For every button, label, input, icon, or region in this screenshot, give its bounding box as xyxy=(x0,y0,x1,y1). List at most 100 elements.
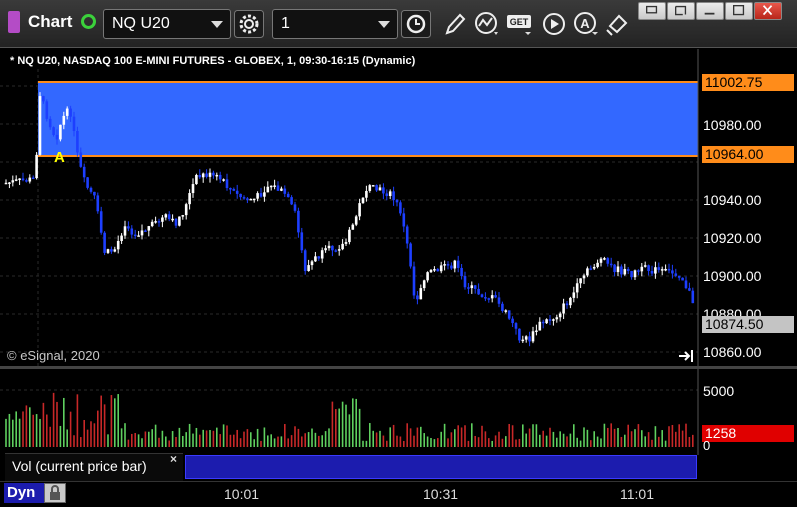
volume-bar xyxy=(556,437,558,447)
price-bar-body xyxy=(589,268,593,270)
volume-bar xyxy=(573,424,575,447)
volume-chart[interactable] xyxy=(0,369,797,455)
close-button[interactable] xyxy=(754,2,782,20)
minimize-button[interactable] xyxy=(696,2,724,20)
volume-bar xyxy=(593,431,595,447)
price-bar-body xyxy=(674,273,678,276)
volume-bar xyxy=(355,398,357,447)
draw-tool-button[interactable] xyxy=(440,10,470,38)
volume-bar xyxy=(318,435,320,447)
volume-bar xyxy=(124,423,126,447)
volume-bar xyxy=(15,411,17,447)
volume-bar xyxy=(46,414,48,447)
volume-bar xyxy=(290,435,293,447)
volume-bar xyxy=(114,398,116,447)
price-bar-body xyxy=(623,269,627,275)
price-bar-body xyxy=(225,179,229,189)
volume-bar xyxy=(624,434,626,447)
volume-bar xyxy=(192,433,194,447)
price-bar-body xyxy=(647,265,650,272)
volume-bar xyxy=(668,426,670,447)
volume-bar xyxy=(362,440,364,447)
price-bar-body xyxy=(691,290,695,304)
volume-bar xyxy=(324,431,327,447)
volume-bar xyxy=(494,435,497,447)
edit-button[interactable] xyxy=(604,10,634,38)
tile-button[interactable] xyxy=(667,2,695,20)
volume-bar xyxy=(426,436,429,447)
volume-bar xyxy=(49,426,51,447)
volume-bar xyxy=(661,430,663,447)
replay-button[interactable] xyxy=(540,10,570,38)
price-bar-body xyxy=(188,193,191,205)
price-bar-body xyxy=(174,218,178,226)
price-bar-body xyxy=(198,174,202,178)
studies-button[interactable] xyxy=(472,10,502,38)
price-bar-body xyxy=(365,190,368,198)
link-status-icon[interactable] xyxy=(81,14,96,29)
price-bar-body xyxy=(103,232,106,253)
volume-bar xyxy=(369,423,371,447)
chart-app-icon xyxy=(8,11,20,33)
price-bar-body xyxy=(592,266,596,269)
maximize-button[interactable] xyxy=(725,2,753,20)
price-bar-body xyxy=(650,271,654,274)
volume-bar xyxy=(168,440,170,447)
price-bar-body xyxy=(263,192,266,197)
price-bar-body xyxy=(477,288,480,295)
scroll-to-end-icon[interactable] xyxy=(677,349,695,363)
chevron-down-icon[interactable] xyxy=(211,21,223,28)
volume-bar xyxy=(443,423,446,447)
volume-bar xyxy=(644,436,646,447)
price-bar-body xyxy=(484,297,487,299)
price-bar-body xyxy=(375,185,378,191)
volume-bar xyxy=(440,431,442,447)
price-bar-body xyxy=(11,180,15,183)
price-bar-body xyxy=(487,298,491,300)
volume-bar xyxy=(420,426,422,447)
get-data-button[interactable]: GET xyxy=(505,10,535,38)
symbol-input[interactable]: NQ U20 xyxy=(103,9,231,39)
restore-button[interactable] xyxy=(638,2,666,20)
time-axis xyxy=(0,481,797,507)
price-bar-body xyxy=(606,258,610,264)
volume-bar xyxy=(80,437,82,447)
volume-bar xyxy=(39,418,41,447)
price-bar-body xyxy=(470,285,474,289)
lock-icon[interactable] xyxy=(44,483,66,503)
volume-bar xyxy=(542,430,544,447)
price-bar-body xyxy=(637,270,640,272)
price-bar-body xyxy=(681,277,684,281)
price-bar-body xyxy=(144,230,147,232)
price-bar-body xyxy=(531,331,535,342)
price-bar-body xyxy=(116,240,120,250)
price-bar-body xyxy=(334,250,338,252)
chevron-down-icon[interactable] xyxy=(378,21,390,28)
volume-bar xyxy=(647,432,650,447)
last-price-tag: 10874.50 xyxy=(702,316,794,333)
price-bar-body xyxy=(38,96,42,155)
volume-bar xyxy=(175,436,177,447)
price-bar-body xyxy=(300,232,304,251)
alert-icon: A xyxy=(574,12,598,35)
price-bar-body xyxy=(317,256,321,259)
volume-bar xyxy=(148,431,150,447)
volume-bar xyxy=(454,429,456,447)
close-study-icon[interactable]: × xyxy=(170,452,177,466)
price-bar-body xyxy=(514,323,518,329)
price-bar-body xyxy=(463,276,467,288)
volume-bar xyxy=(294,426,296,447)
volume-bar xyxy=(399,436,402,447)
volume-bar xyxy=(59,425,62,447)
price-bar-body xyxy=(633,270,637,278)
price-bar-body xyxy=(69,108,72,117)
settings-button[interactable] xyxy=(234,10,264,38)
volume-bar xyxy=(32,414,34,447)
upper-range-tag: 11002.75 xyxy=(702,74,794,91)
dynamic-mode-label[interactable]: Dyn xyxy=(4,483,44,503)
volume-bar xyxy=(549,427,551,447)
alert-button[interactable]: A xyxy=(571,10,601,38)
time-button[interactable] xyxy=(401,10,431,38)
price-chart[interactable]: A xyxy=(0,49,797,366)
interval-input[interactable]: 1 xyxy=(272,9,398,39)
